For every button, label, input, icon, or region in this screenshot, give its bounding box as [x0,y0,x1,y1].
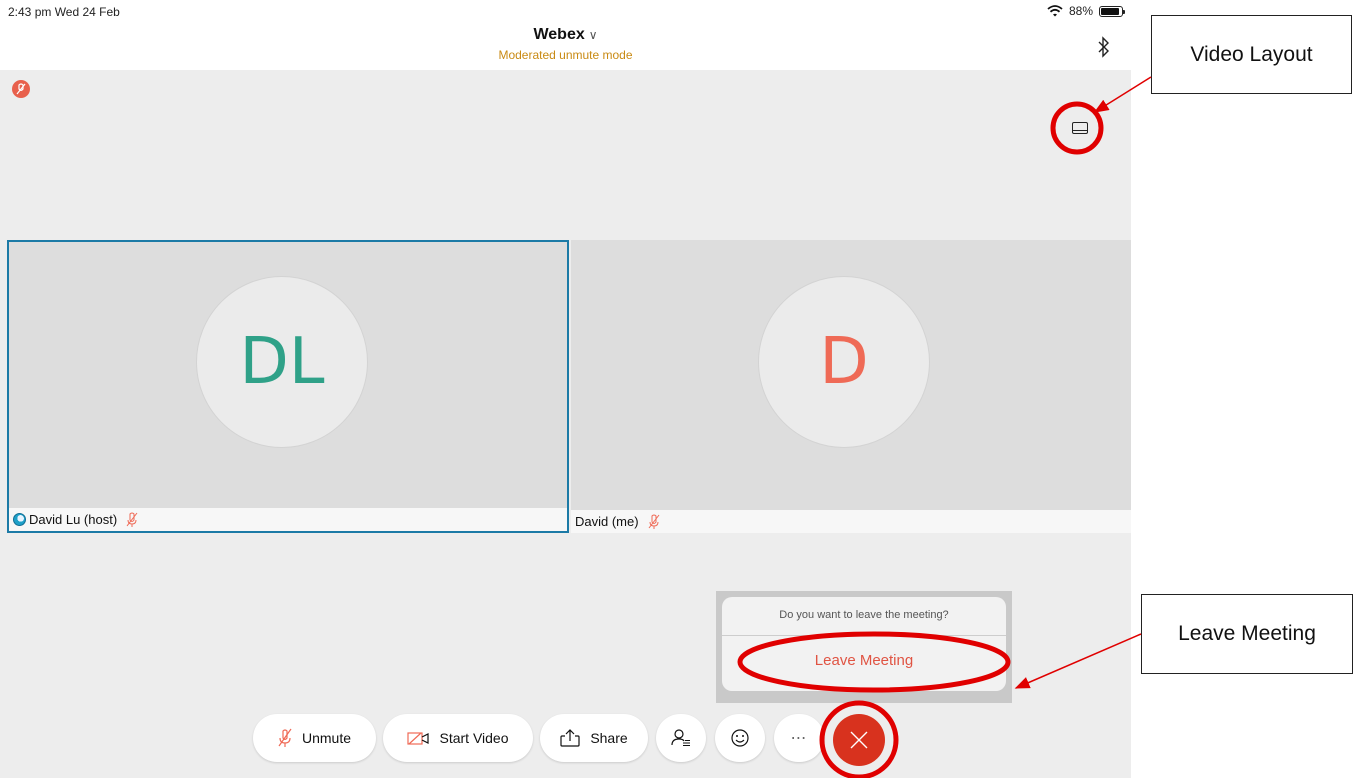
screenshot-stage: { "status": {"time": "2:43 pm Wed 24 Feb… [0,0,1355,778]
participants-button[interactable] [656,714,706,762]
avatar: DL [196,276,368,448]
leave-question: Do you want to leave the meeting? [779,609,949,621]
start-video-button[interactable]: Start Video [383,714,533,762]
presence-icon [13,513,26,526]
video-layout-icon [1072,122,1088,134]
unmute-mode-label: Moderated unmute mode [498,48,633,62]
leave-dialog: Do you want to leave the meeting? Leave … [722,597,1006,691]
participant-tile-host[interactable]: DL David Lu (host) [7,240,569,533]
mic-muted-icon [126,512,138,527]
share-label: Share [590,730,628,746]
participant-tile-me[interactable]: D David (me) [571,240,1131,533]
participants-icon [671,729,690,747]
battery-percent: 88% [1068,4,1093,18]
webex-meeting-screen: Webex ∨ Moderated unmute mode 2:43 pm Wed… [0,0,1131,778]
mic-muted-icon [278,728,292,747]
reactions-button[interactable] [715,714,765,762]
status-bar: 2:43 pm Wed 24 Feb 88% [0,0,1131,28]
participant-name-bar: David Lu (host) [9,508,567,531]
divider [722,635,1006,636]
video-layout-button[interactable] [1060,108,1100,148]
app-title-text: Webex [533,26,585,43]
more-options-button[interactable]: ⋯ [774,714,824,762]
meeting-title[interactable]: Webex ∨ [0,26,1131,44]
chevron-down-icon: ∨ [588,28,598,42]
leave-meeting-popover: Do you want to leave the meeting? Leave … [716,591,1012,703]
participant-name: David Lu (host) [29,512,118,527]
battery-icon [1099,5,1125,17]
unmute-label: Unmute [301,730,352,746]
video-off-icon [407,732,430,745]
more-icon: ⋯ [790,730,808,747]
close-icon [850,731,868,749]
unmute-button[interactable]: Unmute [253,714,376,762]
status-time: 2:43 pm Wed 24 Feb [8,5,120,19]
participant-name: David (me) [575,514,639,529]
participant-name-bar: David (me) [571,510,1131,533]
smiley-icon [731,729,749,747]
share-icon [560,729,580,747]
leave-meeting-button[interactable]: Leave Meeting [722,652,1006,669]
leave-meeting-annotation: Leave Meeting [1141,594,1353,674]
video-layout-annotation: Video Layout [1151,15,1352,94]
end-call-button[interactable] [833,714,885,766]
start-video-label: Start Video [439,730,509,746]
share-button[interactable]: Share [540,714,648,762]
wifi-icon [1047,5,1063,17]
battery-fill [1101,7,1119,15]
status-indicators: 88% [1047,4,1125,18]
mic-muted-icon [648,514,659,529]
bluetooth-icon[interactable] [1097,36,1111,58]
avatar: D [758,276,930,448]
muted-indicator-icon [12,80,30,98]
